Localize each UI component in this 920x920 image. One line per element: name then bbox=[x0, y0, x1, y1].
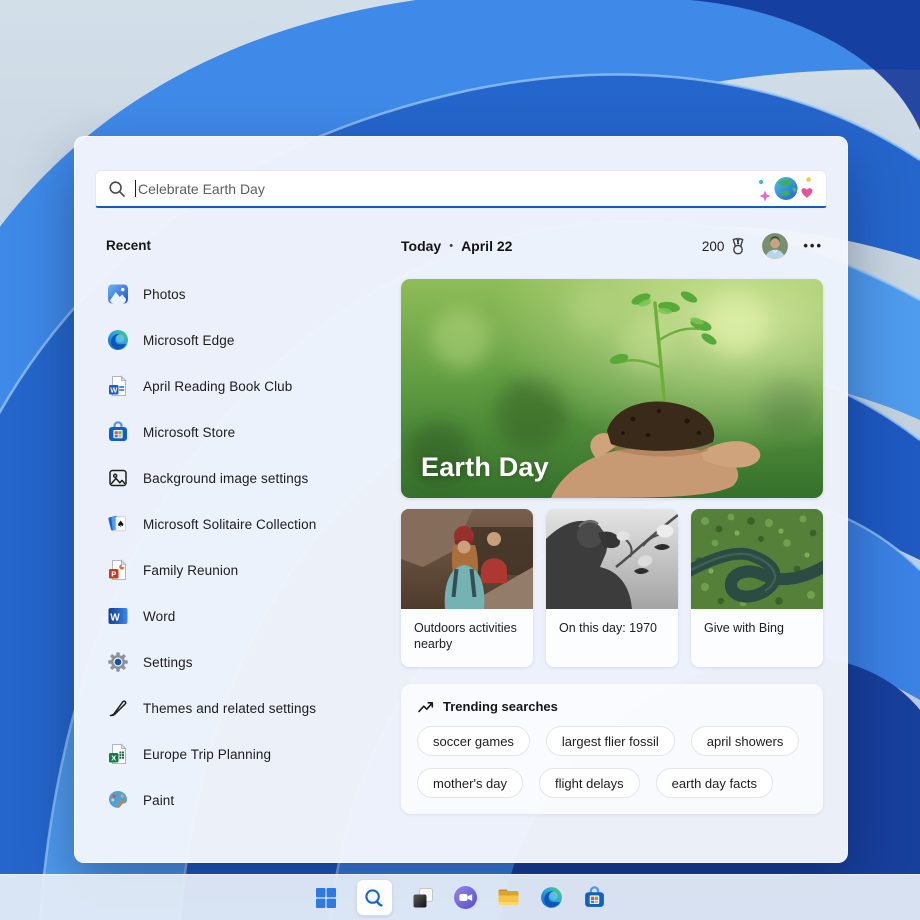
trending-pill[interactable]: largest flier fossil bbox=[546, 726, 675, 756]
trending-pill[interactable]: soccer games bbox=[417, 726, 530, 756]
svg-text:W: W bbox=[110, 612, 120, 623]
trending-pill[interactable]: mother's day bbox=[417, 768, 523, 798]
rewards-medal-icon bbox=[729, 236, 747, 256]
dot-separator: • bbox=[449, 240, 453, 252]
recent-item-label: Background image settings bbox=[143, 471, 308, 486]
recent-item-europe-trip-planning[interactable]: X Europe Trip Planning bbox=[106, 731, 391, 777]
store-icon bbox=[106, 420, 130, 444]
svg-text:♠: ♠ bbox=[117, 520, 125, 530]
rewards-points: 200 bbox=[702, 239, 725, 254]
solitaire-icon: ♠ bbox=[106, 512, 130, 536]
taskbar-search-icon bbox=[363, 887, 385, 909]
recent-heading: Recent bbox=[106, 238, 391, 254]
recent-item-background-image-settings[interactable]: Background image settings bbox=[106, 455, 391, 501]
chat-icon bbox=[453, 885, 478, 910]
trending-searches-panel: Trending searches soccer games largest f… bbox=[401, 684, 823, 814]
recent-item-label: Europe Trip Planning bbox=[143, 747, 271, 762]
recent-item-label: Microsoft Edge bbox=[143, 333, 234, 348]
hero-title: Earth Day bbox=[421, 452, 549, 483]
recent-item-label: April Reading Book Club bbox=[143, 379, 292, 394]
date-text: April 22 bbox=[461, 238, 512, 254]
background-image-icon bbox=[106, 466, 130, 490]
photos-icon bbox=[106, 282, 130, 306]
card-label: Outdoors activities nearby bbox=[401, 609, 533, 653]
taskbar-edge-icon bbox=[539, 885, 564, 910]
card-image-1970-photo bbox=[546, 509, 678, 609]
word-document-icon: W bbox=[106, 374, 130, 398]
file-explorer-icon bbox=[496, 885, 521, 910]
excel-document-icon: X bbox=[106, 742, 130, 766]
settings-gear-icon bbox=[106, 650, 130, 674]
card-image-forest-river bbox=[691, 509, 823, 609]
recent-item-microsoft-solitaire-collection[interactable]: ♠ Microsoft Solitaire Collection bbox=[106, 501, 391, 547]
chat-button[interactable] bbox=[453, 885, 478, 910]
recent-item-themes-and-related-settings[interactable]: Themes and related settings bbox=[106, 685, 391, 731]
svg-text:X: X bbox=[111, 753, 116, 762]
windows-start-icon bbox=[314, 886, 338, 910]
trending-pill[interactable]: april showers bbox=[691, 726, 800, 756]
trending-heading: Trending searches bbox=[443, 699, 558, 714]
trending-pill[interactable]: earth day facts bbox=[656, 768, 773, 798]
recent-item-family-reunion[interactable]: P Family Reunion bbox=[106, 547, 391, 593]
taskbar-search-button[interactable] bbox=[356, 879, 393, 916]
card-label: Give with Bing bbox=[691, 609, 823, 636]
themes-brush-icon bbox=[106, 696, 130, 720]
trending-pill[interactable]: flight delays bbox=[539, 768, 640, 798]
today-panel: Today • April 22 200 bbox=[401, 137, 823, 862]
recent-item-label: Themes and related settings bbox=[143, 701, 316, 716]
recent-item-label: Family Reunion bbox=[143, 563, 238, 578]
start-button[interactable] bbox=[314, 886, 338, 910]
store-button[interactable] bbox=[582, 885, 607, 910]
card-label: On this day: 1970 bbox=[546, 609, 678, 636]
date-label: Today • April 22 bbox=[401, 238, 512, 254]
recent-item-label: Microsoft Store bbox=[143, 425, 235, 440]
recent-item-label: Photos bbox=[143, 287, 186, 302]
trending-pills: soccer games largest flier fossil april … bbox=[417, 726, 807, 798]
powerpoint-document-icon: P bbox=[106, 558, 130, 582]
more-options-button[interactable]: ••• bbox=[803, 241, 823, 251]
recent-item-label: Microsoft Solitaire Collection bbox=[143, 517, 316, 532]
recent-item-photos[interactable]: Photos bbox=[106, 271, 391, 317]
card-on-this-day[interactable]: On this day: 1970 bbox=[546, 509, 678, 667]
task-view-icon bbox=[411, 886, 435, 910]
recent-item-label: Word bbox=[143, 609, 175, 624]
recent-item-paint[interactable]: Paint bbox=[106, 777, 391, 823]
card-image-hikers bbox=[401, 509, 533, 609]
trending-up-icon bbox=[417, 699, 434, 714]
search-icon bbox=[108, 180, 126, 198]
edge-icon bbox=[106, 328, 130, 352]
search-flyout-window: Celebrate Earth Day Recent bbox=[74, 136, 848, 863]
today-text: Today bbox=[401, 238, 441, 254]
text-cursor bbox=[135, 180, 136, 197]
taskbar bbox=[0, 874, 920, 920]
svg-text:W: W bbox=[110, 385, 118, 394]
recent-item-microsoft-store[interactable]: Microsoft Store bbox=[106, 409, 391, 455]
recent-list: Photos Microsoft Edge bbox=[106, 271, 391, 823]
rewards-badge[interactable]: 200 bbox=[702, 236, 748, 256]
recent-panel: Recent Photos bbox=[106, 238, 391, 823]
today-header: Today • April 22 200 bbox=[401, 233, 823, 259]
file-explorer-button[interactable] bbox=[496, 885, 521, 910]
cards-row: Outdoors activities nearby bbox=[401, 509, 823, 667]
recent-item-april-reading-book-club[interactable]: W April Reading Book Club bbox=[106, 363, 391, 409]
card-give-with-bing[interactable]: Give with Bing bbox=[691, 509, 823, 667]
task-view-button[interactable] bbox=[411, 886, 435, 910]
recent-item-word[interactable]: W Word bbox=[106, 593, 391, 639]
recent-item-microsoft-edge[interactable]: Microsoft Edge bbox=[106, 317, 391, 363]
paint-icon bbox=[106, 788, 130, 812]
edge-button[interactable] bbox=[539, 885, 564, 910]
svg-text:P: P bbox=[111, 569, 116, 578]
card-outdoors-activities[interactable]: Outdoors activities nearby bbox=[401, 509, 533, 667]
recent-item-label: Paint bbox=[143, 793, 174, 808]
taskbar-store-icon bbox=[582, 885, 607, 910]
word-icon: W bbox=[106, 604, 130, 628]
hero-card-earth-day[interactable]: Earth Day bbox=[401, 279, 823, 498]
recent-item-label: Settings bbox=[143, 655, 193, 670]
avatar[interactable] bbox=[762, 233, 788, 259]
recent-item-settings[interactable]: Settings bbox=[106, 639, 391, 685]
